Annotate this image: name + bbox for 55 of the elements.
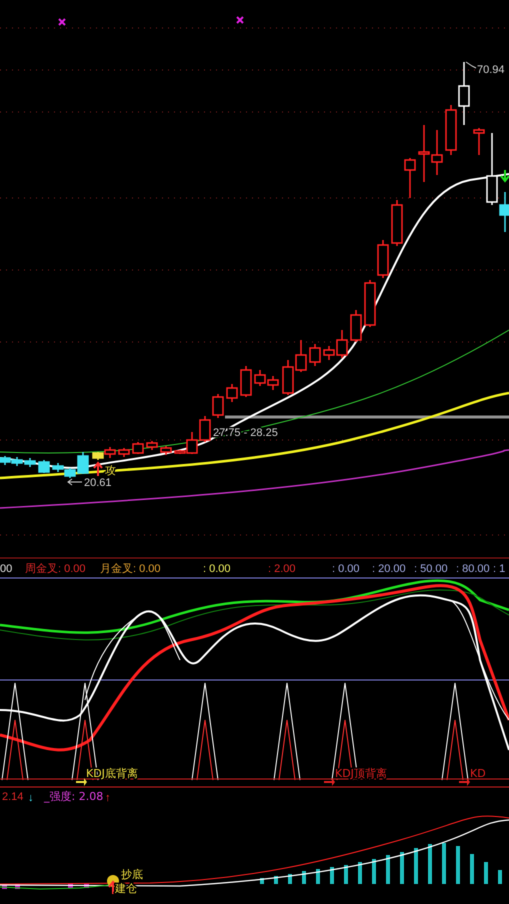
candlestick [350, 310, 362, 342]
candlestick [267, 376, 279, 390]
indicator-legend-label: : 0.00 [332, 563, 360, 575]
candlestick [431, 130, 443, 175]
candlestick [254, 370, 266, 386]
candlestick [226, 384, 238, 402]
indicator-legend-label: 周金叉: 0.00 [25, 563, 86, 575]
indicator-legend-label: : 50.00 [414, 563, 448, 575]
candlestick [52, 463, 64, 472]
candlestick [199, 416, 211, 442]
candlestick [38, 460, 50, 473]
candlestick [24, 458, 36, 467]
candlestick [391, 200, 403, 246]
strength-value: 2.14 [2, 791, 24, 803]
arrow-icon [76, 778, 87, 786]
arrow-icon [459, 778, 470, 786]
candlestick [146, 441, 158, 450]
leader-line [466, 62, 476, 68]
candlestick [309, 344, 321, 366]
divergence-signal-label: KD [470, 767, 486, 780]
candlestick [295, 340, 307, 372]
arrow-icon: ↓ [28, 792, 34, 804]
candlestick [0, 456, 11, 465]
indicator-legend-label: 月金叉: 0.00 [100, 563, 161, 575]
arrow-icon [93, 461, 103, 477]
bottom-signal-label: 抄底 [121, 868, 143, 881]
arrow-icon [500, 169, 509, 183]
arrow-icon [324, 778, 335, 786]
indicator-legend-label: 00 [0, 563, 12, 575]
indicator-legend-label: : 2.00 [268, 563, 296, 575]
arrow-icon: ↑ [105, 792, 110, 804]
arrow-icon [67, 478, 82, 486]
candlestick [132, 442, 144, 454]
low-price-label: 20.61 [84, 477, 112, 489]
candlestick [212, 394, 224, 418]
candlestick [404, 158, 416, 198]
candlestick [418, 125, 430, 182]
candlestick [364, 280, 376, 327]
strength-label: _强度: 2.08 [44, 790, 104, 803]
high-price-label: 70.94 [477, 64, 505, 76]
candlestick [104, 447, 116, 458]
candlestick [240, 366, 252, 397]
cross-marker-icon [58, 18, 66, 26]
candlestick [282, 360, 294, 395]
candlestick [377, 240, 389, 278]
candlestick [445, 105, 457, 155]
cross-marker-icon [236, 16, 244, 24]
indicator-legend-label: : 20.00 [372, 563, 406, 575]
indicator-legend-label: : 80.00 [456, 563, 490, 575]
candlestick [458, 62, 470, 125]
indicator-legend-label: : 0.00 [203, 563, 231, 575]
candlestick [118, 448, 130, 457]
candlestick [160, 446, 172, 455]
indicator-legend-label: : 1 [493, 563, 506, 575]
candlestick [11, 457, 23, 466]
